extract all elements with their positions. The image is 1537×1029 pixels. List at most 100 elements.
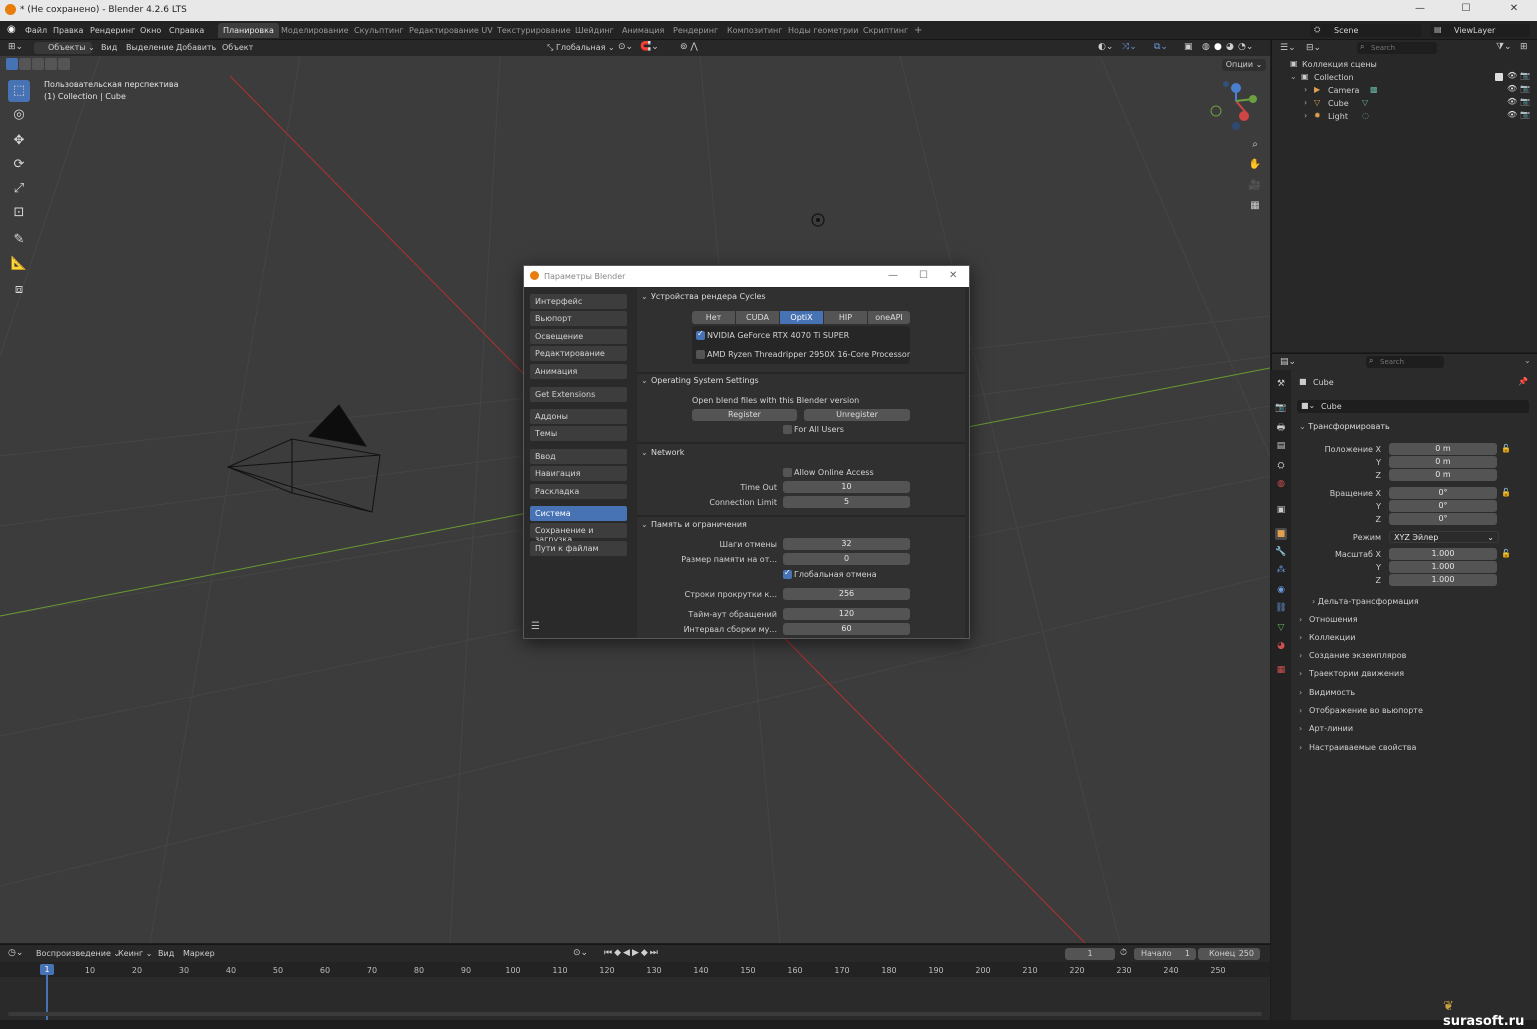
tab-shading[interactable]: Шейдинг — [570, 23, 619, 38]
menu-render[interactable]: Рендеринг — [90, 26, 135, 35]
tab-rendering[interactable]: Рендеринг — [668, 23, 723, 38]
menu-window[interactable]: Окно — [140, 26, 161, 35]
nav-navigation[interactable]: Навигация — [530, 466, 627, 481]
section-line-art[interactable]: Арт-линии — [1299, 721, 1529, 737]
location-x-field[interactable]: 0 m — [1389, 443, 1497, 455]
particles-tab-icon[interactable]: ⁂ — [1275, 564, 1287, 576]
camera-view-icon[interactable]: 🎥 — [1246, 177, 1264, 195]
scale-x-field[interactable]: 1.000 — [1389, 548, 1497, 560]
nav-save-load[interactable]: Сохранение и загрузка — [530, 523, 627, 544]
memory-header[interactable]: Память и ограничения — [641, 520, 959, 534]
nav-addons[interactable]: Аддоны — [530, 409, 627, 424]
frame-end-field[interactable]: Конец 250 — [1198, 948, 1260, 960]
outliner-scene-collection[interactable]: ▣ Коллекция сцены — [1272, 58, 1537, 71]
transform-panel-header[interactable]: ⌄ Трансформировать — [1299, 422, 1529, 436]
collection-tab-icon[interactable]: ▣ — [1275, 504, 1287, 516]
xray-icon[interactable]: ▣ — [1184, 42, 1193, 54]
chevron-down-icon[interactable]: ⌄ — [1290, 72, 1297, 81]
undo-memory-field[interactable]: 0 — [783, 553, 910, 565]
visibility-icon[interactable]: ◐⌄ — [1098, 42, 1113, 54]
tab-modeling[interactable]: Моделирование — [276, 23, 354, 38]
lock-icon[interactable]: 🔓 — [1501, 549, 1511, 558]
add-workspace-icon[interactable]: + — [909, 22, 927, 37]
render-tab-icon[interactable]: 📷 — [1275, 402, 1287, 414]
rotation-z-field[interactable]: 0° — [1389, 513, 1497, 525]
shading-wireframe-icon[interactable]: ◍ — [1202, 42, 1210, 54]
select-intersect-icon[interactable] — [58, 58, 70, 70]
zoom-icon[interactable]: ⌕ — [1246, 136, 1264, 154]
data-tab-icon[interactable]: ▽ — [1275, 622, 1287, 634]
cpu-device-checkbox[interactable] — [696, 350, 705, 359]
menu-keying[interactable]: Кеинг ⌄ — [118, 949, 152, 961]
nav-file-paths[interactable]: Пути к файлам — [530, 541, 627, 556]
shading-material-icon[interactable]: ◕ — [1226, 42, 1234, 54]
auto-keying-icon[interactable]: ⊙⌄ — [573, 948, 588, 960]
global-undo-checkbox[interactable] — [783, 568, 792, 579]
properties-editor-icon[interactable]: ▤⌄ — [1280, 357, 1296, 367]
lock-icon[interactable]: 🔓 — [1501, 444, 1511, 453]
modifier-tab-icon[interactable]: 🔧 — [1275, 546, 1287, 558]
nav-animation[interactable]: Анимация — [530, 364, 627, 379]
network-header[interactable]: Network — [641, 448, 959, 462]
connection-limit-field[interactable]: 5 — [783, 496, 910, 508]
timeline-editor-icon[interactable]: ◷⌄ — [8, 948, 23, 960]
playback-controls[interactable]: ⏮◆◀▶◆⏭ — [604, 948, 660, 960]
outliner-collection[interactable]: ⌄ ▣ Collection 👁 📷 — [1272, 71, 1537, 84]
frame-start-field[interactable]: Начало 1 — [1134, 948, 1196, 960]
eye-icon[interactable]: 👁 — [1507, 71, 1517, 80]
menu-object[interactable]: Объект — [222, 43, 253, 55]
tab-animation[interactable]: Анимация — [617, 23, 669, 38]
light-data-icon[interactable]: ◌ — [1362, 111, 1369, 120]
object-name-field[interactable]: ■⌄ Cube — [1297, 400, 1529, 413]
dialog-maximize-button[interactable]: ☐ — [919, 270, 928, 281]
output-tab-icon[interactable]: 🖶 — [1275, 422, 1287, 434]
scene-tab-icon[interactable]: ⛭ — [1275, 460, 1287, 472]
outliner-item-light[interactable]: › ✹ Light ◌ 👁 📷 — [1272, 110, 1537, 123]
tab-geometry-nodes[interactable]: Ноды геометрии — [783, 23, 863, 38]
delta-transform-subpanel[interactable]: › Дельта-трансформация — [1312, 597, 1419, 606]
gpu-device-checkbox[interactable] — [696, 329, 705, 340]
menu-select[interactable]: Выделение — [126, 43, 174, 55]
timeline-scrollbar[interactable] — [8, 1012, 1262, 1016]
scene-selector[interactable]: ⛭ Scene — [1310, 24, 1422, 37]
select-extend-icon[interactable] — [19, 58, 31, 70]
tab-texturing[interactable]: Текстурирование — [492, 23, 576, 38]
eye-icon[interactable]: 👁 — [1507, 110, 1517, 119]
tab-scripting[interactable]: Скриптинг — [858, 23, 913, 38]
shading-solid-icon[interactable]: ● — [1214, 42, 1222, 54]
pin-icon[interactable]: 📌 — [1518, 377, 1528, 386]
nav-lights[interactable]: Освещение — [530, 329, 627, 344]
scrollback-field[interactable]: 256 — [783, 588, 910, 600]
for-all-users-checkbox[interactable] — [783, 425, 792, 434]
unregister-button[interactable]: Unregister — [804, 409, 910, 421]
physics-tab-icon[interactable]: ◉ — [1275, 584, 1287, 596]
menu-marker[interactable]: Маркер — [183, 949, 215, 961]
timeline-body[interactable]: 1 10 20 30 40 50 60 70 80 90 100 110 120… — [0, 962, 1270, 1020]
tab-compositing[interactable]: Композитинг — [722, 23, 787, 38]
rotation-mode-dropdown[interactable]: XYZ Эйлер ⌄ — [1389, 531, 1499, 543]
render-camera-icon[interactable]: 📷 — [1520, 97, 1530, 106]
options-dropdown[interactable]: Опции ⌄ — [1222, 59, 1266, 71]
chevron-right-icon[interactable]: › — [1304, 111, 1307, 120]
menu-help[interactable]: Справка — [169, 26, 204, 35]
proportional-edit-icon[interactable]: ⊚ ⋀ — [680, 42, 698, 54]
section-collections[interactable]: Коллекции — [1299, 630, 1529, 646]
menu-edit[interactable]: Правка — [53, 26, 83, 35]
object-tab-icon[interactable]: ■ — [1275, 528, 1287, 540]
device-tab-cuda[interactable]: CUDA — [736, 311, 779, 324]
section-instancing[interactable]: Создание экземпляров — [1299, 648, 1529, 664]
blender-menu-icon[interactable]: ◉ — [7, 24, 16, 35]
orientation-dropdown[interactable]: ⤡ Глобальная ⌄ — [543, 42, 615, 54]
nav-editing[interactable]: Редактирование — [530, 346, 627, 361]
nav-input[interactable]: Ввод — [530, 449, 627, 464]
device-tab-none[interactable]: Нет — [692, 311, 735, 324]
undo-steps-field[interactable]: 32 — [783, 538, 910, 550]
measure-tool-icon[interactable]: 📐 — [8, 253, 30, 275]
mode-dropdown[interactable]: Объекты ⌄ — [34, 42, 95, 54]
select-subtract-icon[interactable] — [32, 58, 44, 70]
dialog-close-button[interactable]: ✕ — [949, 270, 957, 281]
properties-search-input[interactable] — [1366, 356, 1444, 368]
hamburger-menu-icon[interactable]: ☰ — [531, 621, 540, 632]
device-tab-hip[interactable]: HIP — [824, 311, 867, 324]
chevron-right-icon[interactable]: › — [1304, 98, 1307, 107]
